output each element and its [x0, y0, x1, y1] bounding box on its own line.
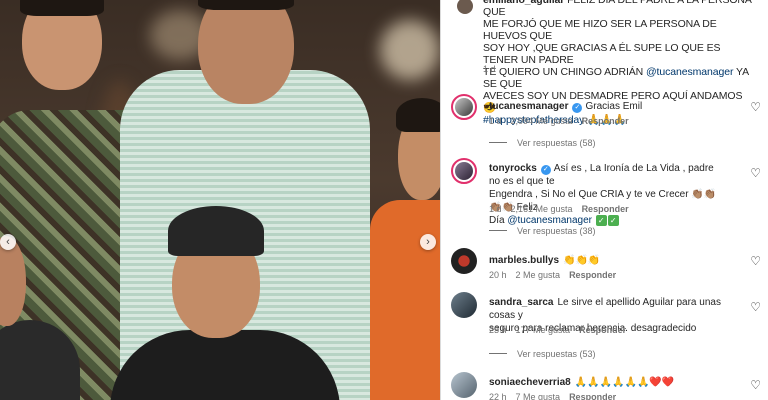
like-heart-icon[interactable]: ♡	[750, 300, 761, 314]
comment-time[interactable]: 22 h	[489, 392, 507, 400]
view-replies-label: Ver respuestas (58)	[517, 138, 596, 148]
comment-username[interactable]: sandra_sarca	[489, 297, 554, 308]
like-heart-icon[interactable]: ♡	[750, 100, 761, 114]
reply-button[interactable]: Responder	[569, 392, 616, 400]
previous-photo-button[interactable]: ‹	[0, 234, 16, 250]
next-photo-button[interactable]: ›	[420, 234, 436, 250]
comment-mention[interactable]: @tucanesmanager	[507, 215, 592, 226]
divider	[489, 353, 507, 354]
divider	[489, 142, 507, 143]
comment-meta: 23 h 177 Me gusta Responder	[489, 325, 635, 335]
comment-body: 🙏🙏🙏🙏🙏🙏❤️❤️	[574, 377, 675, 388]
reply-button[interactable]: Responder	[582, 116, 629, 126]
caption-line: ME FORJÓ QUE ME HIZO SER LA PERSONA DE H…	[483, 18, 717, 42]
comment-username[interactable]: soniaecheverria8	[489, 377, 571, 388]
comment-body: Gracias Emil	[585, 101, 643, 112]
verified-badge-icon: ✓	[572, 103, 583, 113]
comment-text: tonyrocks ✓ Así es , La Ironía de La Vida …	[489, 162, 725, 227]
view-replies-button[interactable]: Ver respuestas (53)	[489, 349, 596, 359]
comment-likes[interactable]: 7 Me gusta	[516, 392, 561, 400]
reply-button[interactable]: Responder	[579, 325, 626, 335]
caption-line: TE QUIERO UN CHINGO ADRIÁN	[483, 66, 644, 78]
view-replies-label: Ver respuestas (53)	[517, 349, 596, 359]
comment-username[interactable]: tonyrocks	[489, 163, 537, 174]
comment-username[interactable]: marbles.bullys	[489, 255, 559, 266]
chevron-left-icon: ‹	[6, 236, 10, 248]
like-heart-icon[interactable]: ♡	[750, 378, 761, 392]
comment-meta: 1 d 2,161 Me gusta Responder	[489, 204, 638, 214]
caption-mention[interactable]: @tucanesmanager	[646, 66, 733, 78]
post-photo: ‹ ›	[0, 0, 440, 400]
chevron-right-icon: ›	[426, 236, 430, 248]
comment-text: marbles.bullys 👏👏👏	[489, 254, 725, 267]
like-heart-icon[interactable]: ♡	[750, 254, 761, 268]
caption-line: SOY HOY ,QUE GRACIAS A ÉL SUPE LO QUE ES…	[483, 42, 721, 66]
comment-username[interactable]: tucanesmanager	[489, 101, 568, 112]
comment-likes[interactable]: 2,161 Me gusta	[511, 204, 573, 214]
comment-likes[interactable]: 2 Me gusta	[516, 270, 561, 280]
comment-time[interactable]: 23 h	[489, 325, 507, 335]
caption-avatar[interactable]	[457, 0, 473, 14]
comment-time[interactable]: 20 h	[489, 270, 507, 280]
view-replies-button[interactable]: Ver respuestas (58)	[489, 138, 596, 148]
reply-button[interactable]: Responder	[569, 270, 616, 280]
caption-timestamp[interactable]: 1 d	[483, 64, 496, 74]
check-mark-icon: ✓	[607, 215, 619, 226]
comment-text: tucanesmanager ✓ Gracias Emil	[489, 100, 725, 113]
comment-meta: 1 d 2,094 Me gusta Responder	[489, 116, 638, 126]
avatar[interactable]	[451, 248, 477, 274]
avatar[interactable]	[451, 372, 477, 398]
comment-body: Día	[489, 215, 505, 226]
comment-body: 👏👏👏	[563, 255, 601, 266]
comment-meta: 20 h 2 Me gusta Responder	[489, 270, 625, 280]
background-lamp	[380, 20, 440, 80]
comment-time[interactable]: 1 d	[489, 204, 502, 214]
like-heart-icon[interactable]: ♡	[750, 166, 761, 180]
avatar[interactable]	[451, 94, 477, 120]
comment-text: soniaecheverria8 🙏🙏🙏🙏🙏🙏❤️❤️	[489, 376, 725, 389]
comment-time[interactable]: 1 d	[489, 116, 502, 126]
divider	[489, 230, 507, 231]
view-replies-label: Ver respuestas (38)	[517, 226, 596, 236]
reply-button[interactable]: Responder	[582, 204, 629, 214]
comment-likes[interactable]: 2,094 Me gusta	[511, 116, 573, 126]
comments-pane[interactable]: emiliano_aguilar FELIZ DÍA DEL PADRE A L…	[440, 0, 768, 400]
comment-likes[interactable]: 177 Me gusta	[516, 325, 571, 335]
avatar[interactable]	[451, 158, 477, 184]
avatar[interactable]	[451, 292, 477, 318]
view-replies-button[interactable]: Ver respuestas (38)	[489, 226, 596, 236]
comment-meta: 22 h 7 Me gusta Responder	[489, 392, 625, 400]
verified-badge-icon: ✓	[540, 165, 551, 175]
check-mark-icon: ✓	[595, 215, 607, 226]
